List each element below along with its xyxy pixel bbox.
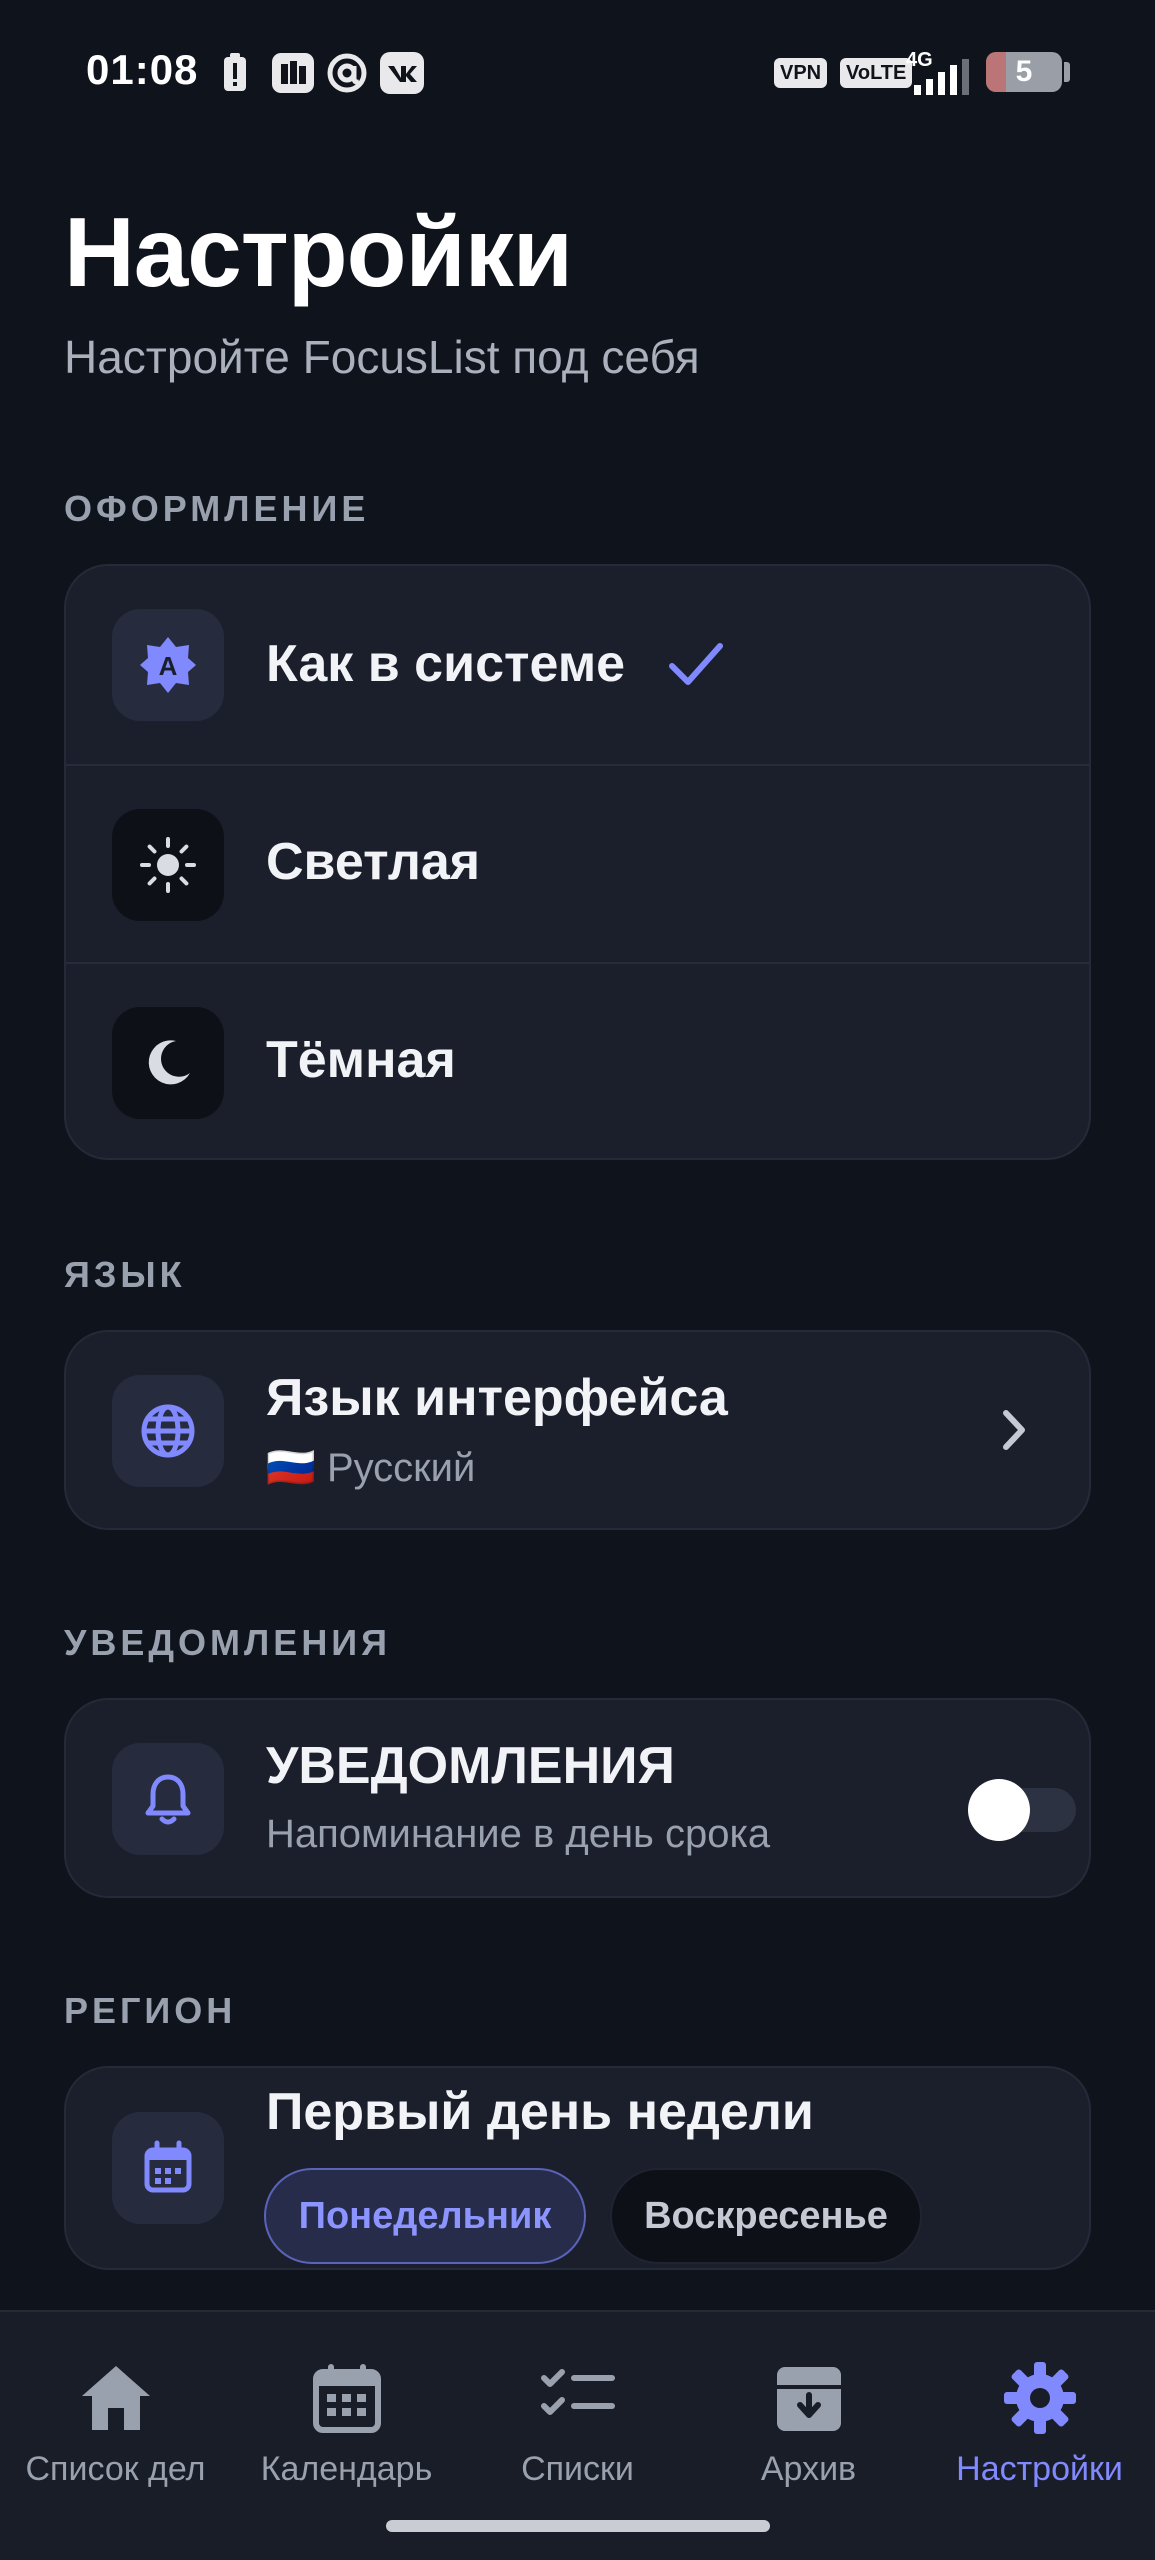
appearance-card: A Как в системе Светлая Тёмная [64,564,1091,1160]
section-notifications: УВЕДОМЛЕНИЯ [64,1622,392,1663]
section-language: ЯЗЫК [64,1254,186,1295]
theme-option-dark[interactable]: Тёмная [66,962,1089,1158]
nav-label: Список дел [25,2450,206,2488]
signal-icon [910,56,976,98]
app-icon [272,52,314,94]
globe-icon [112,1375,224,1487]
nav-label: Архив [760,2450,857,2488]
vk-icon [380,52,424,94]
language-card[interactable]: Язык интерфейса 🇷🇺 Русский [64,1330,1091,1530]
nav-label: Списки [521,2450,634,2488]
checklist-icon [538,2358,618,2438]
notifications-label: УВЕДОМЛЕНИЯ [266,1737,675,1795]
calendar-icon [112,2112,224,2224]
battery-icon: 5 [986,52,1062,92]
bell-icon [112,1743,224,1855]
auto-theme-icon: A [112,609,224,721]
notifications-toggle[interactable] [968,1779,1076,1841]
notifications-sub: Напоминание в день срока [266,1812,771,1856]
nav-label: Календарь [260,2450,433,2488]
battery-level: 5 [1015,55,1033,88]
sunday-option[interactable]: Воскресенье [610,2168,922,2264]
page-subtitle: Настройте FocusList под себя [64,331,700,383]
moon-icon [112,1007,224,1119]
section-region: РЕГИОН [64,1990,237,2031]
nav-item-settings[interactable]: Настройки [924,2358,1155,2489]
flag-icon: 🇷🇺 [266,1446,316,1490]
section-appearance: ОФОРМЛЕНИЕ [64,488,370,529]
battery-alert-icon [222,52,248,94]
theme-option-label: Как в системе [266,635,626,693]
sun-icon [112,809,224,921]
notifications-card: УВЕДОМЛЕНИЯ Напоминание в день срока [64,1698,1091,1898]
volte-badge: VoLTE [840,58,913,88]
theme-option-label: Светлая [266,833,481,891]
home-icon [76,2358,156,2438]
nav-item-lists[interactable]: Списки [462,2358,693,2489]
nav-item-archive[interactable]: Архив [693,2358,924,2489]
language-label: Язык интерфейса [266,1369,728,1427]
monday-option[interactable]: Понедельник [264,2168,586,2264]
nav-label: Настройки [956,2450,1123,2488]
region-card: Первый день недели Понедельник Воскресен… [64,2066,1091,2270]
nav-item-todo[interactable]: Список дел [0,2358,231,2489]
theme-option-light[interactable]: Светлая [66,764,1089,962]
chevron-right-icon [999,1407,1029,1458]
gear-icon [1000,2358,1080,2438]
vpn-badge: VPN [774,58,828,88]
language-value: 🇷🇺 Русский [266,1444,475,1491]
home-indicator[interactable] [386,2520,770,2532]
language-value-text: Русский [326,1446,476,1490]
theme-option-system[interactable]: A Как в системе [66,566,1089,764]
theme-option-label: Тёмная [266,1031,456,1089]
check-icon [666,636,726,697]
toggle-knob [968,1779,1030,1841]
calendar-icon [307,2358,387,2438]
at-icon [326,52,368,94]
status-bar: 01:08 VPN VoLTE 4G 5 [0,0,1155,145]
svg-text:A: A [159,651,178,681]
nav-item-calendar[interactable]: Календарь [231,2358,462,2489]
first-day-label: Первый день недели [266,2083,814,2141]
archive-icon [769,2358,849,2438]
page-title: Настройки [64,197,573,307]
status-time: 01:08 [86,46,199,93]
